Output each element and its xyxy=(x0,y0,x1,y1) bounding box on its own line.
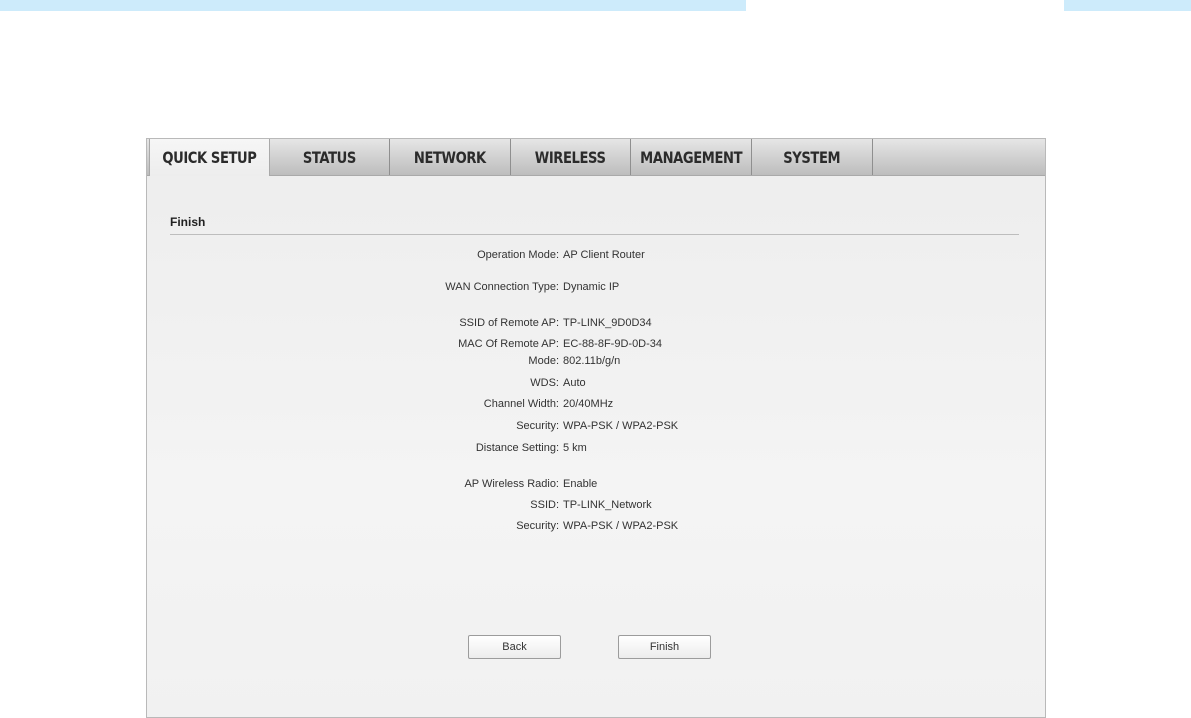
summary-label: Operation Mode: xyxy=(477,249,559,261)
summary-label: Distance Setting: xyxy=(475,442,559,454)
tab-system[interactable]: SYSTEM xyxy=(752,139,873,175)
summary-label: WAN Connection Type: xyxy=(445,281,559,293)
back-button[interactable]: Back xyxy=(468,635,561,659)
summary-label: SSID of Remote AP: xyxy=(459,317,559,329)
router-config-panel: QUICK SETUP STATUS NETWORK WIRELESS MANA… xyxy=(146,138,1046,718)
summary-value: Dynamic IP xyxy=(563,281,620,293)
top-banner-strip-left xyxy=(0,0,746,11)
tab-status[interactable]: STATUS xyxy=(270,139,390,175)
summary-label: WDS: xyxy=(530,377,559,389)
summary-label: Security: xyxy=(516,520,559,532)
summary-value: WPA-PSK / WPA2-PSK xyxy=(563,420,679,432)
summary-value: TP-LINK_9D0D34 xyxy=(563,317,652,329)
top-banner-strip-right xyxy=(1064,0,1191,11)
summary-label: AP Wireless Radio: xyxy=(464,478,559,490)
finish-button[interactable]: Finish xyxy=(618,635,711,659)
summary-value: 5 km xyxy=(563,442,587,454)
summary-value: WPA-PSK / WPA2-PSK xyxy=(563,520,679,532)
section-title: Finish xyxy=(170,215,206,229)
summary-value: Enable xyxy=(563,478,598,490)
summary-value: Auto xyxy=(563,377,586,389)
main-tab-bar: QUICK SETUP STATUS NETWORK WIRELESS MANA… xyxy=(147,139,1045,176)
tab-management[interactable]: MANAGEMENT xyxy=(631,139,752,175)
summary-label: SSID: xyxy=(530,499,559,511)
summary-value: AP Client Router xyxy=(563,249,645,261)
summary-value: 20/40MHz xyxy=(563,398,614,410)
tab-wireless[interactable]: WIRELESS xyxy=(511,139,631,175)
summary-label: Mode: xyxy=(528,355,559,367)
summary-value: 802.11b/g/n xyxy=(563,355,621,367)
summary-label: MAC Of Remote AP: xyxy=(458,338,559,350)
tab-network[interactable]: NETWORK xyxy=(390,139,511,175)
summary-value: EC-88-8F-9D-0D-34 xyxy=(563,338,663,350)
section-divider xyxy=(170,234,1019,235)
tab-quick-setup[interactable]: QUICK SETUP xyxy=(149,139,270,176)
summary-value: TP-LINK_Network xyxy=(563,499,652,511)
tab-bar-filler xyxy=(873,139,1045,175)
summary-label: Channel Width: xyxy=(483,398,559,410)
summary-label: Security: xyxy=(516,420,559,432)
